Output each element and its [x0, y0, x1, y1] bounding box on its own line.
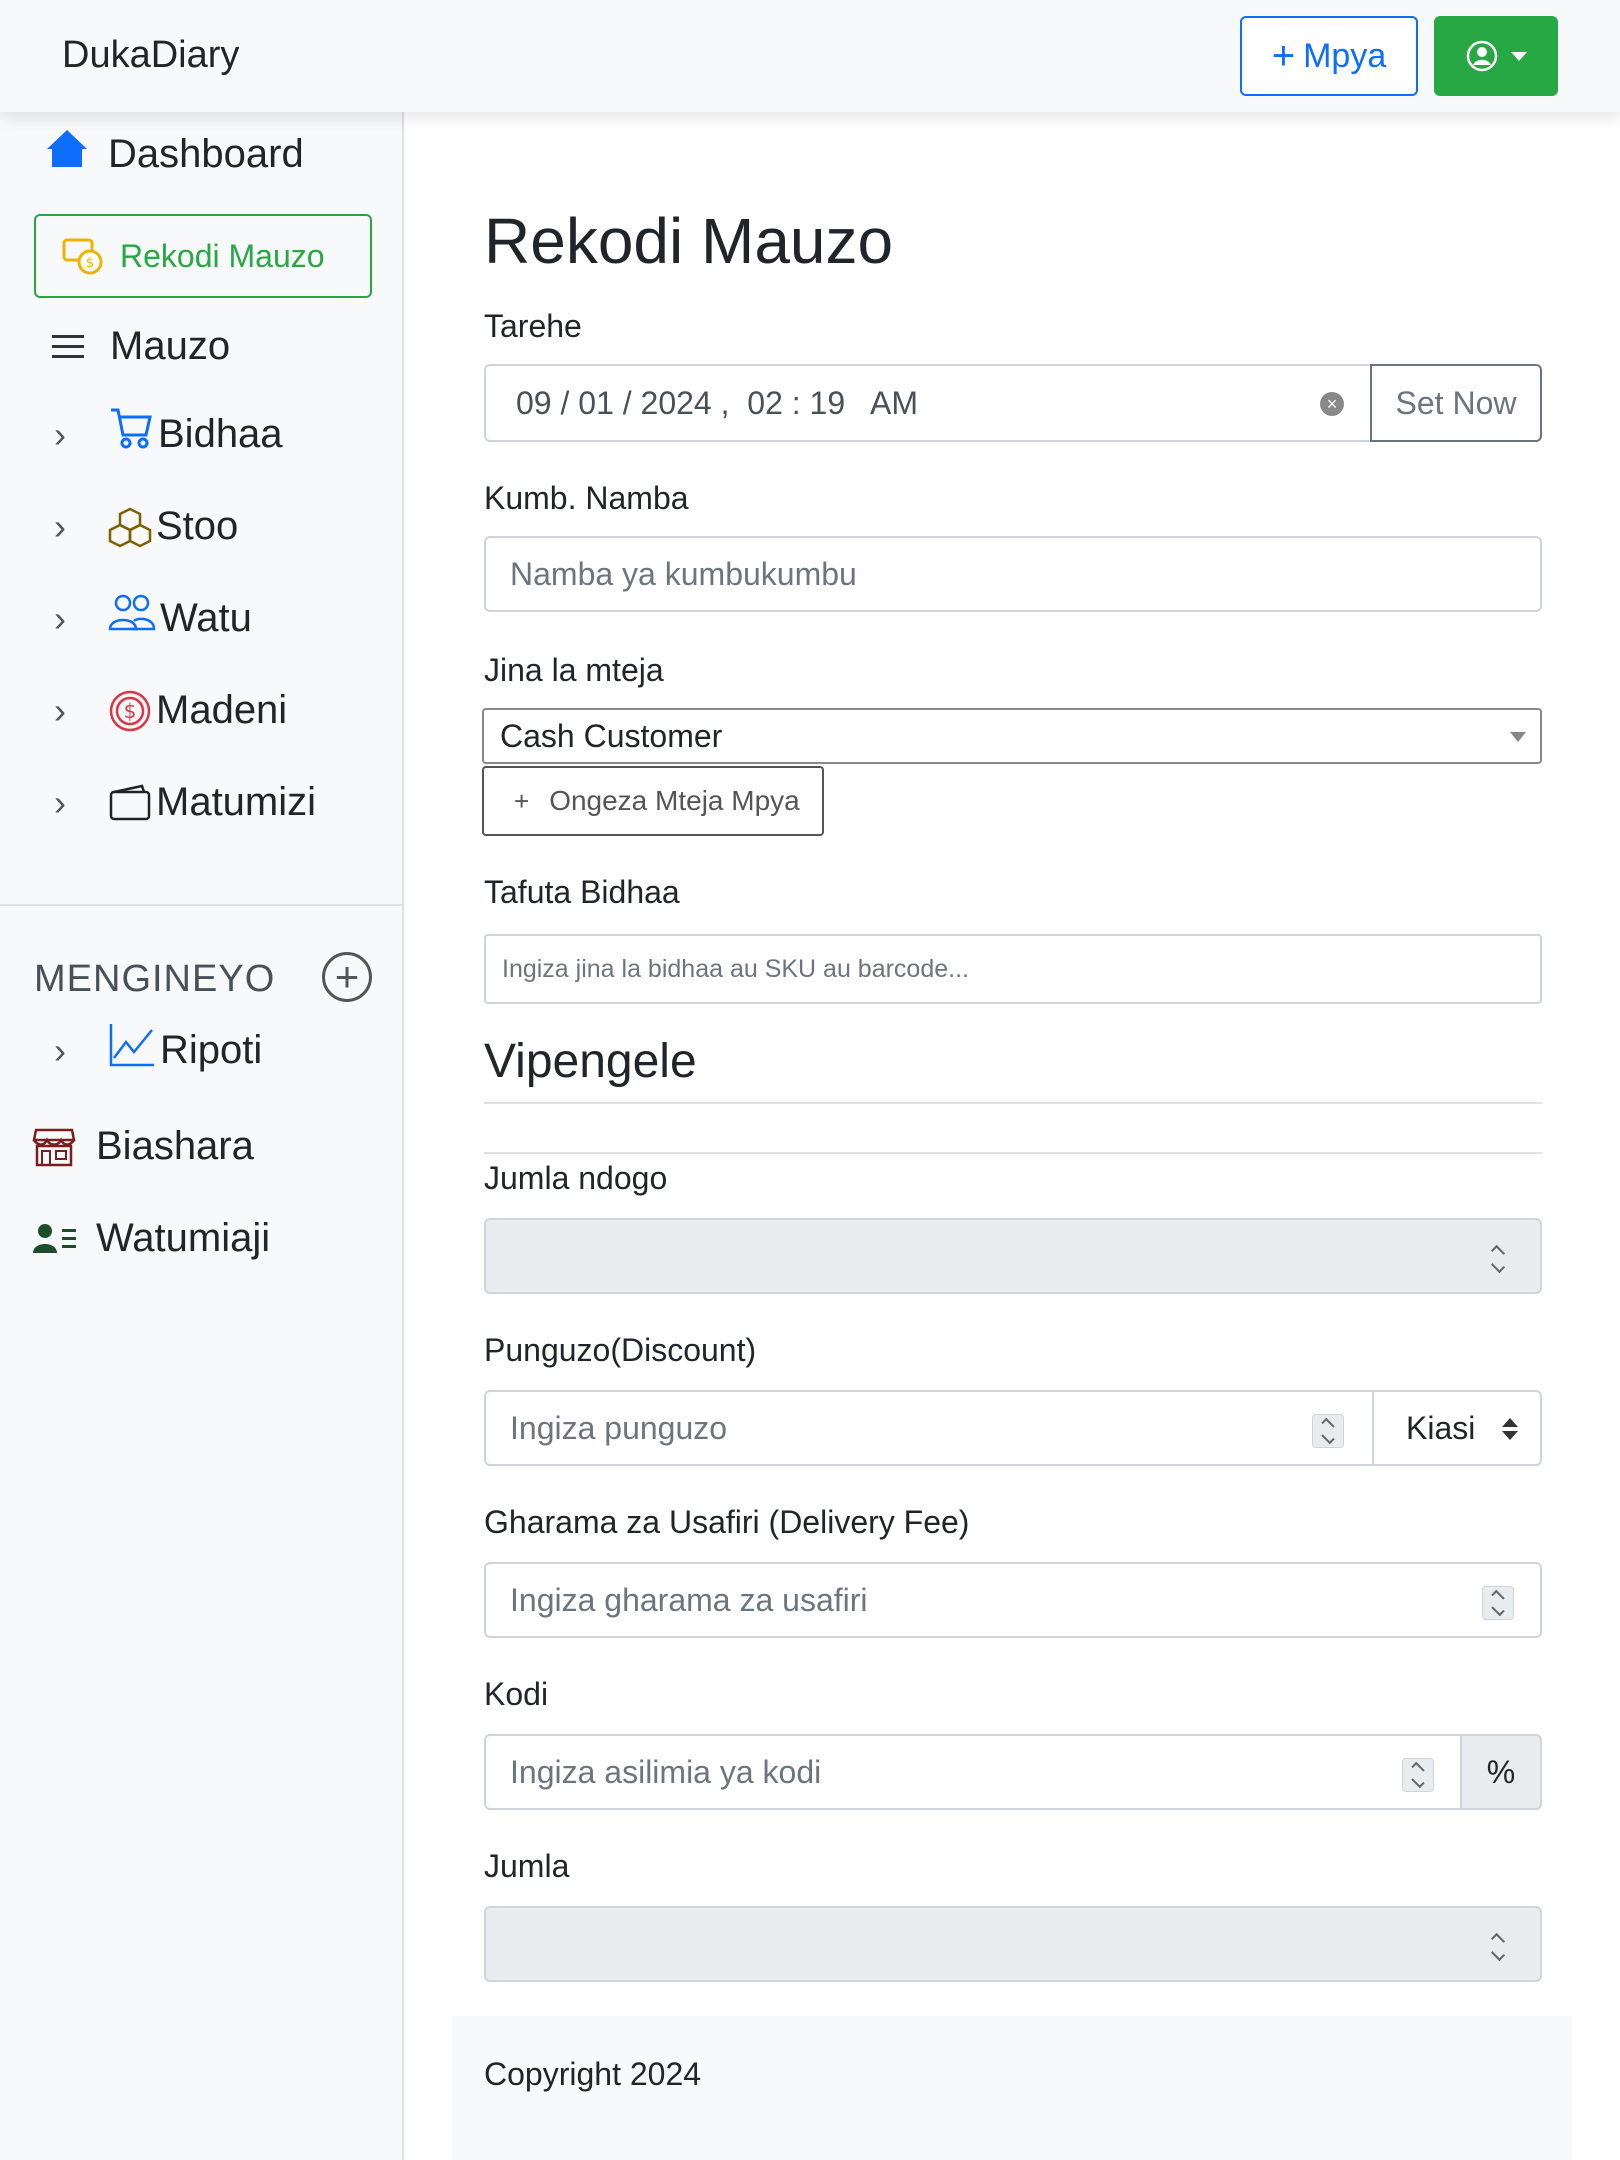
number-spinner-icon[interactable] — [1312, 1414, 1344, 1448]
people-icon — [108, 594, 156, 630]
divider — [484, 1102, 1542, 1104]
ref-number-input[interactable]: Namba ya kumbukumbu — [484, 536, 1542, 612]
user-menu-button[interactable] — [1434, 16, 1558, 96]
number-spinner-icon — [1482, 1930, 1514, 1964]
add-circle-icon[interactable]: + — [322, 952, 372, 1002]
sidebar-item-madeni[interactable]: › $ Madeni — [54, 688, 287, 733]
sidebar-divider — [0, 904, 404, 906]
top-navbar: DukaDiary + Mpya — [0, 0, 1620, 112]
new-button-label: Mpya — [1303, 36, 1387, 75]
sidebar-item-watu[interactable]: › Watu — [54, 594, 252, 641]
svg-text:$: $ — [124, 699, 137, 723]
chevron-right-icon: › — [54, 597, 66, 639]
money-icon: $ — [62, 238, 103, 275]
chevron-right-icon: › — [54, 1029, 66, 1071]
number-spinner-icon[interactable] — [1402, 1758, 1434, 1792]
sidebar-item-label: Ripoti — [160, 1028, 263, 1072]
items-section-title: Vipengele — [484, 1035, 697, 1088]
subtotal-label: Jumla ndogo — [484, 1160, 668, 1196]
tax-input[interactable]: Ingiza asilimia ya kodi — [484, 1734, 1462, 1810]
sidebar-item-label: Watu — [160, 596, 252, 640]
user-circle-icon — [1466, 40, 1498, 72]
copyright-text: Copyright 2024 — [484, 2056, 702, 2092]
new-button[interactable]: + Mpya — [1240, 16, 1418, 96]
chevron-right-icon: › — [54, 689, 66, 731]
sidebar-item-label: Madeni — [156, 688, 288, 732]
discount-label: Punguzo(Discount) — [484, 1332, 757, 1368]
discount-input[interactable]: Ingiza punguzo — [484, 1390, 1374, 1466]
number-spinner-icon[interactable] — [1482, 1586, 1514, 1620]
user-list-icon — [33, 1223, 76, 1253]
sidebar-item-stoo[interactable]: › Stoo — [54, 504, 238, 549]
customer-select[interactable]: Cash Customer — [482, 708, 1542, 764]
sidebar-item-label: Watumiaji — [96, 1216, 271, 1260]
sidebar-item-label: Mauzo — [110, 324, 231, 368]
product-search-placeholder: Ingiza jina la bidhaa au SKU au barcode.… — [502, 954, 969, 983]
tax-unit-addon: % — [1462, 1734, 1542, 1810]
delivery-fee-input[interactable]: Ingiza gharama za usafiri — [484, 1562, 1542, 1638]
number-spinner-icon — [1482, 1242, 1514, 1276]
plus-icon: + — [1271, 34, 1296, 78]
plus-icon: + — [514, 785, 530, 816]
sidebar-item-mauzo[interactable]: Mauzo — [50, 324, 230, 369]
divider — [484, 1152, 1542, 1154]
total-label: Jumla — [484, 1848, 570, 1884]
sidebar-item-bidhaa[interactable]: › Bidhaa — [54, 408, 283, 457]
search-label: Tafuta Bidhaa — [484, 874, 680, 910]
record-sales-label: Rekodi Mauzo — [120, 237, 325, 274]
subtotal-field — [484, 1218, 1542, 1294]
discount-type-select[interactable]: Kiasi — [1374, 1390, 1542, 1466]
shop-icon — [32, 1128, 76, 1166]
sidebar: Dashboard $ Rekodi Mauzo Mauzo › Bidhaa … — [0, 112, 404, 2160]
wallet-icon — [109, 784, 151, 820]
delivery-fee-placeholder: Ingiza gharama za usafiri — [510, 1581, 868, 1618]
sidebar-item-label: Bidhaa — [158, 412, 283, 456]
boxes-icon — [108, 507, 152, 547]
footer: Copyright 2024 — [452, 2016, 1572, 2160]
chart-line-icon — [109, 1023, 154, 1066]
add-customer-label: Ongeza Mteja Mpya — [549, 785, 800, 816]
home-icon — [47, 129, 87, 167]
sidebar-item-label: Biashara — [96, 1124, 254, 1168]
sidebar-item-label: Dashboard — [108, 132, 304, 176]
chevron-right-icon: › — [54, 505, 66, 547]
svg-text:$: $ — [86, 256, 94, 271]
sidebar-item-label: Stoo — [156, 504, 239, 548]
dollar-circle-icon: $ — [109, 690, 151, 731]
delivery-label: Gharama za Usafiri (Delivery Fee) — [484, 1504, 970, 1540]
chevron-down-icon — [1511, 51, 1527, 61]
chevron-right-icon: › — [54, 413, 66, 455]
ref-label: Kumb. Namba — [484, 480, 689, 516]
customer-select-value: Cash Customer — [500, 717, 723, 754]
tax-placeholder: Ingiza asilimia ya kodi — [510, 1753, 822, 1790]
sidebar-item-matumizi[interactable]: › Matumizi — [54, 780, 316, 825]
chevron-right-icon: › — [54, 781, 66, 823]
set-now-button[interactable]: Set Now — [1370, 364, 1542, 442]
sidebar-item-biashara[interactable]: Biashara — [32, 1124, 254, 1169]
brand-logo[interactable]: DukaDiary — [62, 34, 239, 77]
record-sales-button[interactable]: $ Rekodi Mauzo — [34, 214, 372, 298]
menu-icon — [52, 334, 84, 358]
product-search-input[interactable]: Ingiza jina la bidhaa au SKU au barcode.… — [484, 934, 1542, 1004]
add-customer-button[interactable]: + Ongeza Mteja Mpya — [482, 766, 824, 836]
date-time-value: 09 / 01 / 2024 , 02 : 19 AM — [516, 384, 919, 421]
discount-type-value: Kiasi — [1406, 1409, 1476, 1446]
date-label: Tarehe — [484, 308, 582, 344]
discount-placeholder: Ingiza punguzo — [510, 1409, 728, 1446]
sidebar-item-dashboard[interactable]: Dashboard — [44, 129, 304, 177]
sidebar-item-ripoti[interactable]: › Ripoti — [54, 1023, 263, 1073]
tax-label: Kodi — [484, 1676, 549, 1712]
clear-icon[interactable]: × — [1320, 392, 1344, 416]
date-time-input[interactable]: 09 / 01 / 2024 , 02 : 19 AM × — [484, 364, 1370, 442]
sidebar-section-title: MENGINEYO — [34, 958, 276, 1000]
cart-icon — [111, 408, 152, 448]
ref-number-placeholder: Namba ya kumbukumbu — [510, 555, 857, 592]
select-arrows-icon — [1502, 1418, 1518, 1440]
customer-label: Jina la mteja — [484, 652, 664, 688]
sidebar-item-watumiaji[interactable]: Watumiaji — [32, 1216, 270, 1261]
total-field — [484, 1906, 1542, 1982]
page-title: Rekodi Mauzo — [484, 205, 894, 277]
chevron-down-icon — [1510, 732, 1526, 742]
sidebar-item-label: Matumizi — [156, 780, 317, 824]
